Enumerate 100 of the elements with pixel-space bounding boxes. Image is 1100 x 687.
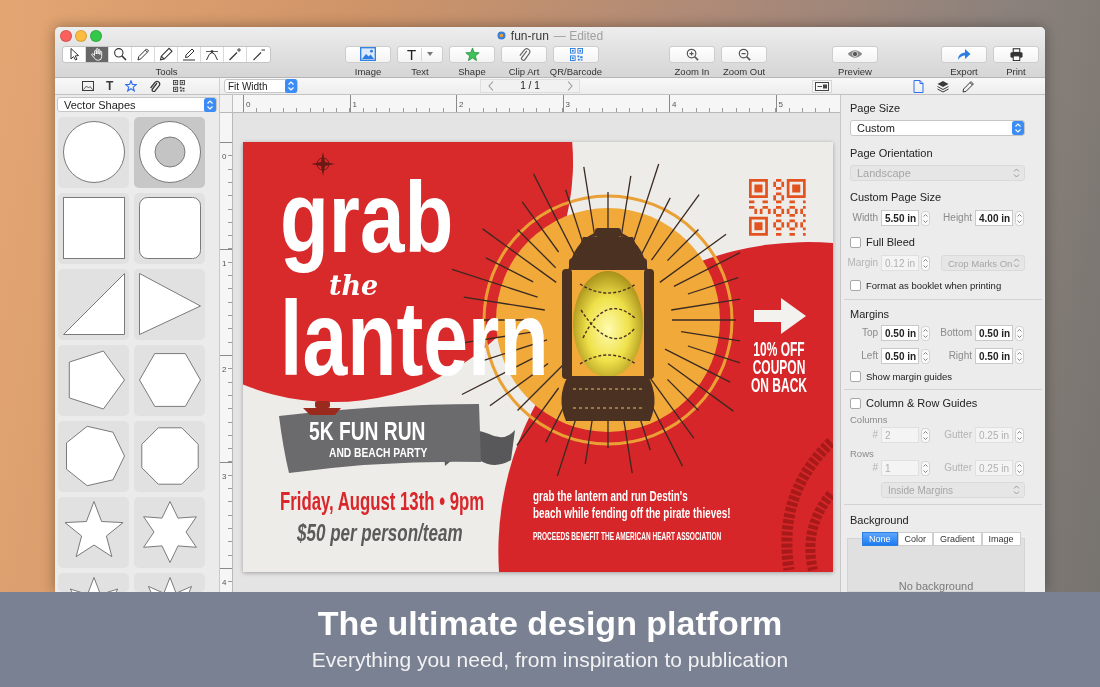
shape-tile[interactable] — [58, 421, 129, 492]
number-field[interactable]: 5.50 in — [881, 210, 919, 226]
toolbar-button[interactable] — [993, 45, 1039, 63]
octagon-icon — [138, 425, 201, 487]
toolbar-label: Clip Art — [508, 65, 540, 77]
page-icon[interactable] — [911, 79, 924, 93]
shape-tile[interactable] — [58, 497, 129, 568]
close-button[interactable] — [60, 29, 72, 42]
image-icon[interactable] — [82, 80, 94, 92]
paperclip-icon[interactable] — [149, 80, 162, 92]
shape-tile[interactable] — [58, 345, 129, 416]
fit-page-button[interactable] — [812, 79, 832, 93]
circle-shape-icon — [62, 121, 125, 183]
segment-tab[interactable]: Color — [897, 532, 934, 546]
number-field[interactable]: 0.50 in — [975, 325, 1013, 341]
caret-icon — [427, 52, 434, 57]
shape-tile[interactable] — [58, 573, 129, 592]
edited-status: — Edited — [553, 28, 604, 43]
stepper-icon[interactable] — [1015, 348, 1024, 364]
section-label: Margins — [850, 307, 890, 321]
toolbar-label: Image — [354, 65, 382, 77]
group-label: Rows — [850, 448, 874, 460]
pen-icon — [136, 47, 150, 62]
category-select[interactable]: Vector Shapes — [57, 97, 217, 112]
number-field[interactable]: 0.50 in — [881, 348, 919, 364]
bezier-icon — [205, 47, 219, 62]
ribbon-subtitle: AND BEACH PARTY — [329, 447, 428, 460]
shape-tile[interactable] — [134, 421, 205, 492]
text-tab[interactable]: T — [106, 79, 114, 93]
stepper-icon[interactable] — [921, 460, 930, 476]
banner-subtitle: Everything you need, from inspiration to publication — [311, 647, 789, 673]
segment-tab[interactable]: Image — [981, 532, 1021, 546]
page-number: 1 / 1 — [519, 80, 541, 92]
number-field[interactable]: 4.00 in — [975, 210, 1013, 226]
layers-icon[interactable] — [936, 79, 949, 93]
ship-drawing — [303, 401, 341, 415]
minimize-button[interactable] — [75, 29, 87, 42]
checkbox[interactable] — [850, 279, 861, 291]
section-label: Custom Page Size — [850, 190, 942, 204]
shape-tile[interactable] — [134, 269, 205, 340]
shape-tile[interactable] — [134, 573, 205, 592]
toolbar-button[interactable] — [721, 45, 767, 63]
shape-tile[interactable] — [134, 497, 205, 568]
stepper-icon[interactable] — [921, 255, 930, 271]
star-icon[interactable] — [125, 80, 138, 92]
ring-shape-icon — [138, 121, 201, 183]
event-price: $50 per person/team — [297, 522, 463, 545]
stepper-icon[interactable] — [921, 325, 930, 341]
number-field[interactable]: 0.50 in — [975, 348, 1013, 364]
ruler-label: 2 — [459, 100, 464, 109]
zoom-select[interactable]: Fit Width — [224, 79, 298, 93]
stepper-icon[interactable] — [921, 210, 930, 226]
checkbox-label: Show margin guides — [866, 369, 953, 383]
magnifier-icon — [113, 47, 127, 62]
ruler-label: 1 — [222, 258, 227, 268]
shape-tile[interactable] — [134, 117, 205, 188]
zoom-button[interactable] — [90, 29, 102, 42]
toolbar-button[interactable] — [669, 45, 715, 63]
qr-code-icon[interactable] — [173, 80, 186, 92]
toolbar-label: QR/Barcode — [549, 65, 603, 77]
qr-code-icon — [569, 47, 583, 61]
stepper-icon[interactable] — [1015, 427, 1024, 443]
toolbar-label: Print — [1006, 65, 1026, 77]
toolbar-label: Shape — [458, 65, 486, 77]
ribbon-title: 5K FUN RUN — [309, 418, 426, 444]
number-field[interactable]: 0.50 in — [881, 325, 919, 341]
shape-tile[interactable] — [134, 193, 205, 264]
stepper-icon[interactable] — [921, 427, 930, 443]
pencil-icon[interactable] — [961, 79, 974, 93]
shape-tile[interactable] — [134, 345, 205, 416]
page-size-select[interactable]: Custom — [850, 120, 1025, 136]
stepper-icon[interactable] — [1015, 210, 1024, 226]
field-label: Margin — [847, 257, 878, 269]
toolbar-button[interactable]: T — [397, 45, 443, 63]
image-icon — [360, 47, 376, 62]
compass-rose-drawing — [311, 152, 335, 176]
stepper-icon[interactable] — [1015, 460, 1024, 476]
checkbox[interactable] — [850, 370, 861, 382]
shape-tile[interactable] — [58, 269, 129, 340]
section-label: Background — [850, 513, 909, 527]
coupon-text: 10% OFF COUPON ON BACK — [751, 340, 807, 394]
paperclip-icon — [517, 46, 531, 62]
field-label: Gutter — [944, 462, 972, 474]
updown-arrows-icon — [1012, 121, 1024, 135]
stepper-icon[interactable] — [1015, 325, 1024, 341]
field-label: Gutter — [944, 429, 972, 441]
shape-tile[interactable] — [58, 117, 129, 188]
updown-arrows-icon — [1013, 168, 1020, 178]
segment-tab[interactable]: Gradient — [933, 532, 982, 546]
rounded-square-icon — [138, 197, 201, 259]
shape-tile[interactable] — [58, 193, 129, 264]
event-description: grab the lantern and run Destin's beach while fending off the pirate thieves! — [533, 487, 731, 521]
ruler-label: 0 — [246, 100, 251, 109]
field-label: Height — [943, 212, 972, 224]
field-label: Top — [861, 327, 878, 339]
stepper-icon[interactable] — [921, 348, 930, 364]
printer-icon — [1009, 47, 1023, 61]
checkbox-label: Full Bleed — [866, 235, 915, 249]
ruler-label: 3 — [565, 100, 570, 109]
marker-icon — [182, 47, 196, 62]
